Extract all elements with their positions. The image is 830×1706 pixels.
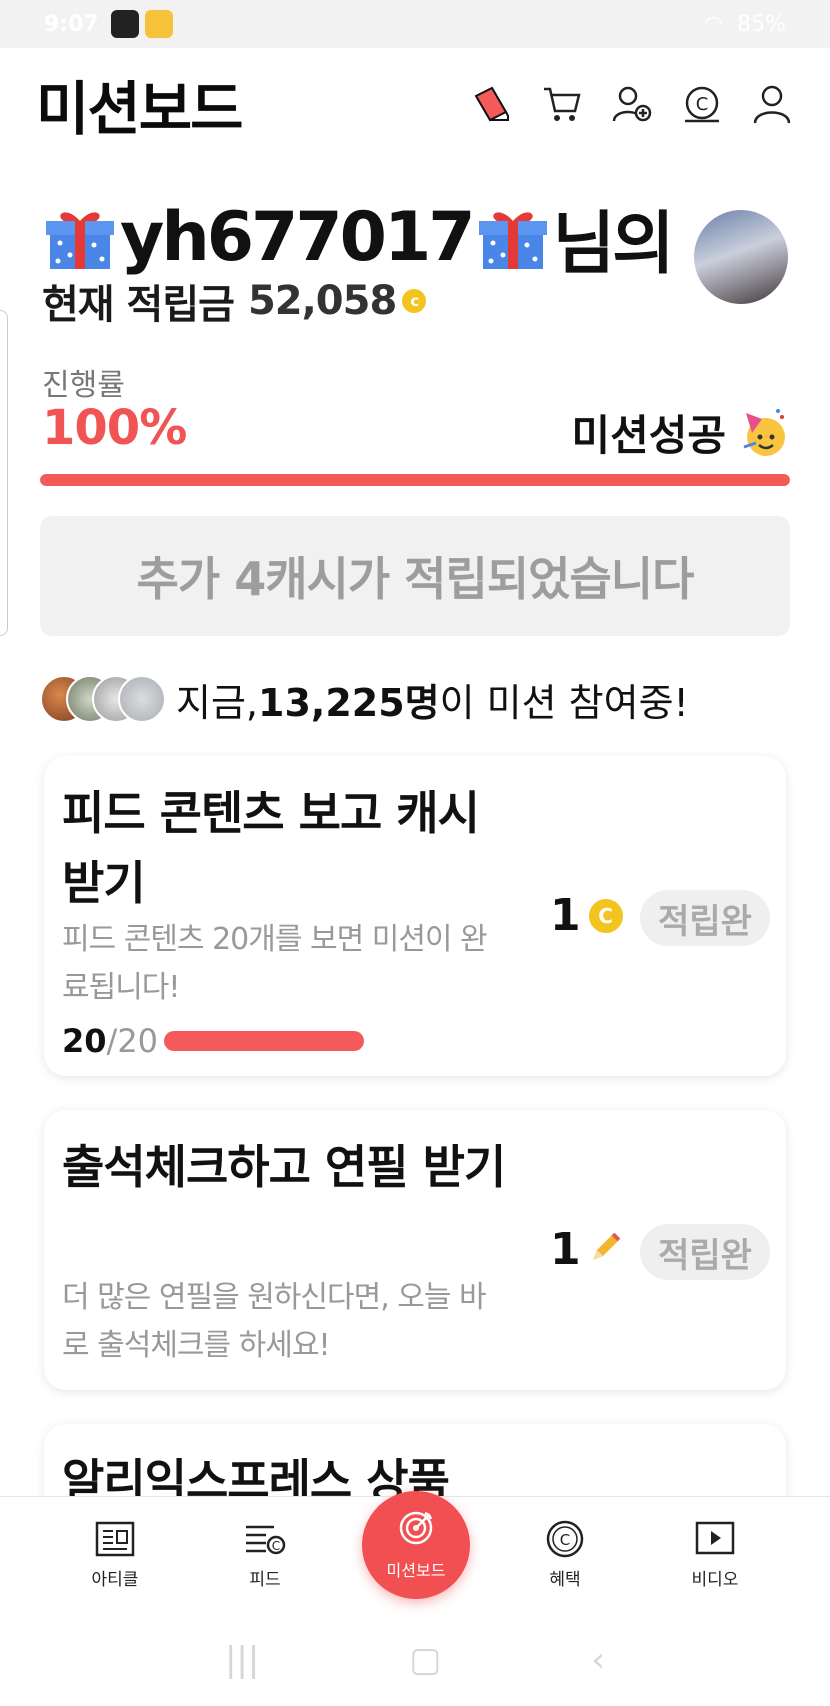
nav-article-label: 아티클 bbox=[91, 1570, 139, 1590]
mission-reward-amount: 1 bbox=[550, 890, 581, 941]
mission-title: 출석체크하고 연필 받기 bbox=[62, 1140, 506, 1194]
status-time: 9:07 bbox=[44, 11, 99, 37]
mission-title: 피드 콘텐츠 보고 캐시 받기 bbox=[62, 786, 480, 910]
mission-status: 미션성공 bbox=[571, 402, 790, 463]
nav-benefit[interactable]: C 혜택 bbox=[510, 1519, 620, 1590]
mission-reward: 1 C bbox=[550, 890, 623, 941]
participants-suffix: 이 미션 참여중! bbox=[439, 681, 689, 725]
battery-level: 85% bbox=[737, 11, 786, 37]
participants-count: 13,225명 bbox=[258, 681, 440, 725]
nav-video-label: 비디오 bbox=[691, 1570, 739, 1590]
edge-panel-handle[interactable] bbox=[0, 310, 8, 636]
video-icon bbox=[693, 1519, 737, 1559]
system-nav-bar: ||| ▢ ‹ bbox=[0, 1620, 830, 1700]
mission-status-badge[interactable]: 적립완 bbox=[640, 1224, 770, 1280]
pencil-icon bbox=[589, 1224, 623, 1275]
mission-status-label: 미션성공 bbox=[571, 411, 726, 460]
profile-icon[interactable] bbox=[750, 82, 794, 126]
user-name: yh677017 bbox=[120, 198, 476, 277]
participants-prefix: 지금, bbox=[176, 681, 258, 725]
nav-article[interactable]: 아티클 bbox=[60, 1519, 170, 1590]
progress-fill bbox=[40, 474, 790, 486]
mission-progress-total: /20 bbox=[106, 1022, 159, 1060]
benefit-icon: C bbox=[543, 1519, 587, 1559]
walk-reward-icon[interactable] bbox=[470, 82, 514, 126]
feed-icon: C bbox=[243, 1519, 287, 1559]
mission-card[interactable]: 피드 콘텐츠 보고 캐시 받기 피드 콘텐츠 20개를 보면 미션이 완료됩니다… bbox=[44, 756, 786, 1076]
app-header: 미션보드 C bbox=[0, 48, 830, 160]
cart-icon[interactable] bbox=[540, 82, 584, 126]
participant-avatar bbox=[118, 674, 166, 723]
mission-progress-done: 20 bbox=[62, 1022, 107, 1060]
participants-row: 지금, 13,225명 이 미션 참여중! bbox=[40, 672, 689, 727]
app-notification-icon bbox=[110, 10, 139, 38]
points-label: 현재 적립금 bbox=[42, 282, 235, 328]
points-summary: 현재 적립금 52,058 c bbox=[42, 272, 427, 330]
status-bar: 9:07 ◠ 85% bbox=[0, 0, 830, 48]
mission-reward: 1 bbox=[550, 1224, 623, 1275]
mission-progress: 20 /20 bbox=[62, 1022, 365, 1060]
home-icon[interactable]: ▢ bbox=[409, 1640, 441, 1680]
coin-icon: C bbox=[588, 898, 623, 933]
cash-icon[interactable]: C bbox=[680, 82, 724, 126]
progress-bar bbox=[40, 474, 790, 486]
participant-avatars bbox=[40, 674, 166, 725]
svg-text:C: C bbox=[560, 1531, 570, 1549]
user-name-suffix: 님의 bbox=[552, 205, 675, 284]
mission-description: 피드 콘텐츠 20개를 보면 미션이 완료됩니다! bbox=[62, 922, 488, 1005]
recent-apps-icon[interactable]: ||| bbox=[225, 1640, 259, 1680]
nav-mission-label: 미션보드 bbox=[386, 1561, 446, 1580]
nav-benefit-label: 혜택 bbox=[549, 1570, 581, 1590]
mission-progress-bar bbox=[164, 1031, 365, 1051]
progress-value: 100% bbox=[42, 400, 187, 456]
mission-reward-amount: 1 bbox=[550, 1224, 581, 1275]
mission-description: 더 많은 연필을 원하신다면, 오늘 바로 출석체크를 하세요! bbox=[62, 1280, 487, 1363]
svg-text:C: C bbox=[696, 94, 709, 115]
svg-text:C: C bbox=[272, 1539, 280, 1553]
mission-status-badge[interactable]: 적립완 bbox=[640, 890, 770, 946]
app-notification-icon bbox=[144, 10, 173, 38]
coin-icon: c bbox=[402, 289, 427, 313]
progress-label: 진행률 bbox=[42, 368, 125, 403]
nav-feed[interactable]: C 피드 bbox=[210, 1519, 320, 1590]
back-icon[interactable]: ‹ bbox=[591, 1640, 605, 1680]
party-face-icon bbox=[738, 407, 790, 459]
points-value: 52,058 bbox=[247, 278, 397, 324]
target-icon bbox=[397, 1509, 435, 1551]
nav-mission-board[interactable]: 미션보드 bbox=[362, 1491, 470, 1599]
avatar[interactable] bbox=[694, 210, 788, 304]
article-icon bbox=[93, 1519, 137, 1559]
wifi-icon: ◠ bbox=[703, 11, 724, 37]
page-title: 미션보드 bbox=[36, 75, 243, 143]
nav-video[interactable]: 비디오 bbox=[660, 1519, 770, 1590]
add-friend-icon[interactable] bbox=[610, 82, 654, 126]
cash-notice: 추가 4캐시가 적립되었습니다 bbox=[40, 516, 790, 636]
nav-feed-label: 피드 bbox=[249, 1570, 281, 1590]
mission-card[interactable]: 출석체크하고 연필 받기 더 많은 연필을 원하신다면, 오늘 바로 출석체크를… bbox=[44, 1110, 786, 1390]
gift-icon bbox=[44, 203, 116, 273]
gift-icon bbox=[477, 203, 549, 273]
